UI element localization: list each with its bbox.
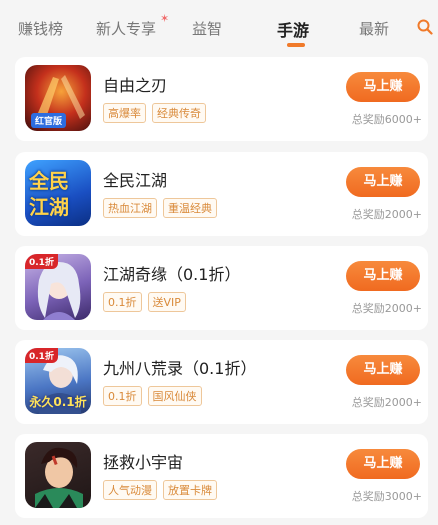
game-badge: 红官版 [31, 113, 67, 128]
game-tag: 0.1折 [103, 292, 142, 312]
category-tab-bar: 赚钱榜 新人专享 ✶ 益智 手游 最新 [0, 0, 438, 50]
game-icon-5 [25, 442, 91, 508]
total-reward: 总奖励6000+ [351, 113, 422, 126]
game-tag: 放置卡牌 [163, 480, 217, 500]
game-tags: 高爆率 经典传奇 [103, 103, 206, 123]
game-icon-text: 全民江湖 [29, 169, 69, 219]
game-icon-4: 0.1折 永久0.1折 [25, 348, 91, 414]
game-tags: 0.1折 送VIP [103, 292, 186, 312]
game-title: 全民江湖 [103, 171, 168, 190]
earn-now-button[interactable]: 马上赚 [346, 449, 420, 479]
game-tags: 热血江湖 重温经典 [103, 198, 217, 218]
game-icon-2: 全民江湖 [25, 160, 91, 226]
game-tag: 0.1折 [103, 386, 142, 406]
game-tag: 经典传奇 [152, 103, 206, 123]
tab-puzzle[interactable]: 益智 [192, 18, 222, 39]
game-icon-text: 永久0.1折 [29, 395, 87, 409]
game-title: 九州八荒录（0.1折） [103, 359, 257, 378]
game-card-1[interactable]: 红官版 自由之刃 高爆率 经典传奇 马上赚 总奖励6000+ [15, 57, 428, 141]
game-tags: 0.1折 国风仙侠 [103, 386, 202, 406]
game-icon-1: 红官版 [25, 65, 91, 131]
earn-now-button[interactable]: 马上赚 [346, 261, 420, 291]
game-title: 拯救小宇宙 [103, 453, 184, 472]
tab-latest[interactable]: 最新 [359, 18, 389, 39]
game-icon-3: 0.1折 [25, 254, 91, 320]
game-tag: 热血江湖 [103, 198, 157, 218]
discount-badge: 0.1折 [25, 348, 58, 363]
discount-badge: 0.1折 [25, 254, 58, 269]
search-icon[interactable] [417, 19, 433, 35]
game-card-2[interactable]: 全民江湖 全民江湖 热血江湖 重温经典 马上赚 总奖励2000+ [15, 152, 428, 236]
game-tag: 重温经典 [163, 198, 217, 218]
game-title: 自由之刃 [103, 76, 168, 95]
active-tab-indicator [287, 43, 305, 47]
earn-now-button[interactable]: 马上赚 [346, 72, 420, 102]
total-reward: 总奖励2000+ [351, 302, 422, 315]
game-card-5[interactable]: 拯救小宇宙 人气动漫 放置卡牌 马上赚 总奖励3000+ [15, 434, 428, 518]
tab-earn-ranking[interactable]: 赚钱榜 [18, 18, 63, 39]
tab-newcomer[interactable]: 新人专享 [96, 18, 156, 39]
game-tag: 人气动漫 [103, 480, 157, 500]
tab-mobile-games[interactable]: 手游 [277, 17, 309, 41]
game-tags: 人气动漫 放置卡牌 [103, 480, 217, 500]
game-card-3[interactable]: 0.1折 江湖奇缘（0.1折） 0.1折 送VIP 马上赚 总奖励2000+ [15, 246, 428, 330]
game-card-4[interactable]: 0.1折 永久0.1折 九州八荒录（0.1折） 0.1折 国风仙侠 马上赚 总奖… [15, 340, 428, 424]
game-tag: 高爆率 [103, 103, 146, 123]
game-tag: 国风仙侠 [147, 386, 202, 406]
earn-now-button[interactable]: 马上赚 [346, 355, 420, 385]
total-reward: 总奖励2000+ [351, 208, 422, 221]
total-reward: 总奖励3000+ [351, 490, 422, 503]
total-reward: 总奖励2000+ [351, 396, 422, 409]
game-title: 江湖奇缘（0.1折） [103, 265, 241, 284]
sparkle-icon: ✶ [160, 12, 170, 25]
earn-now-button[interactable]: 马上赚 [346, 167, 420, 197]
game-tag: 送VIP [147, 292, 186, 312]
